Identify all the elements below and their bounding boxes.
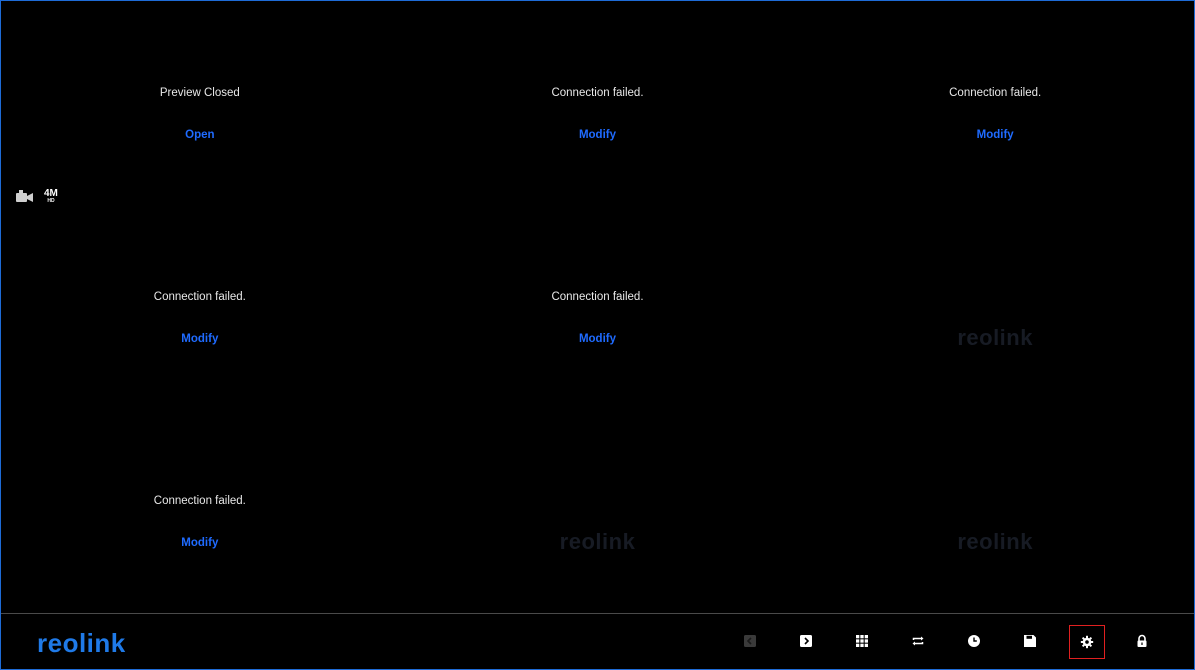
camera-tile-1[interactable]: Preview Closed Open	[1, 1, 399, 205]
cycle-icon	[912, 636, 924, 646]
modify-link[interactable]: Modify	[1, 333, 399, 345]
modify-link[interactable]: Modify	[399, 129, 797, 141]
tile-status-text: Connection failed.	[153, 495, 246, 507]
camera-tile-9[interactable]: reolink	[796, 409, 1194, 613]
save-icon	[1024, 635, 1036, 647]
open-preview-link[interactable]: Open	[1, 129, 399, 141]
next-icon	[800, 635, 812, 647]
camera-tile-6[interactable]: reolink	[796, 205, 1194, 409]
playback-button[interactable]	[962, 629, 986, 653]
camera-tile-5[interactable]: Connection failed. Modify	[399, 205, 797, 409]
reolink-watermark: reolink	[559, 529, 636, 554]
camera-tile-7[interactable]: Connection failed. Modify	[1, 409, 399, 613]
resolution-badge: 4M HD	[44, 189, 58, 204]
modify-link[interactable]: Modify	[796, 129, 1194, 141]
previous-icon	[744, 635, 756, 647]
cycle-button[interactable]	[906, 629, 930, 653]
previous-button[interactable]	[738, 629, 762, 653]
next-button[interactable]	[794, 629, 818, 653]
lock-icon	[1137, 634, 1147, 647]
reolink-watermark: reolink	[957, 325, 1033, 350]
settings-button[interactable]	[1069, 625, 1105, 659]
tile-status-text: Preview Closed	[159, 87, 240, 99]
camera-tile-3[interactable]: Connection failed. Modify	[796, 1, 1194, 205]
tile-status-text: Connection failed.	[551, 291, 644, 303]
nvr-live-view-window: Preview Closed Open Connection failed. M…	[0, 0, 1195, 670]
tile-status-text: Connection failed.	[551, 87, 644, 99]
modify-link[interactable]: Modify	[1, 537, 399, 549]
camera-tile-8[interactable]: reolink	[399, 409, 797, 613]
lock-button[interactable]	[1130, 629, 1154, 653]
tile-status-text: Connection failed.	[949, 87, 1042, 99]
modify-link[interactable]: Modify	[399, 333, 797, 345]
save-button[interactable]	[1018, 629, 1042, 653]
tile-overlay-icons: 4M HD	[16, 189, 58, 204]
camera-tile-2[interactable]: Connection failed. Modify	[399, 1, 797, 205]
reolink-logo: reolink	[37, 628, 126, 658]
layout-button[interactable]	[850, 629, 874, 653]
playback-clock-icon	[968, 635, 980, 647]
settings-gear-icon	[1080, 635, 1094, 649]
resolution-sub-label: HD	[47, 198, 55, 204]
video-camera-icon	[16, 189, 33, 202]
bottom-toolbar: reolink	[1, 614, 1194, 669]
grid-layout-icon	[856, 635, 868, 647]
tile-status-text: Connection failed.	[153, 291, 246, 303]
camera-grid: Preview Closed Open Connection failed. M…	[1, 1, 1194, 613]
reolink-watermark: reolink	[957, 529, 1033, 554]
camera-tile-4[interactable]: Connection failed. Modify	[1, 205, 399, 409]
